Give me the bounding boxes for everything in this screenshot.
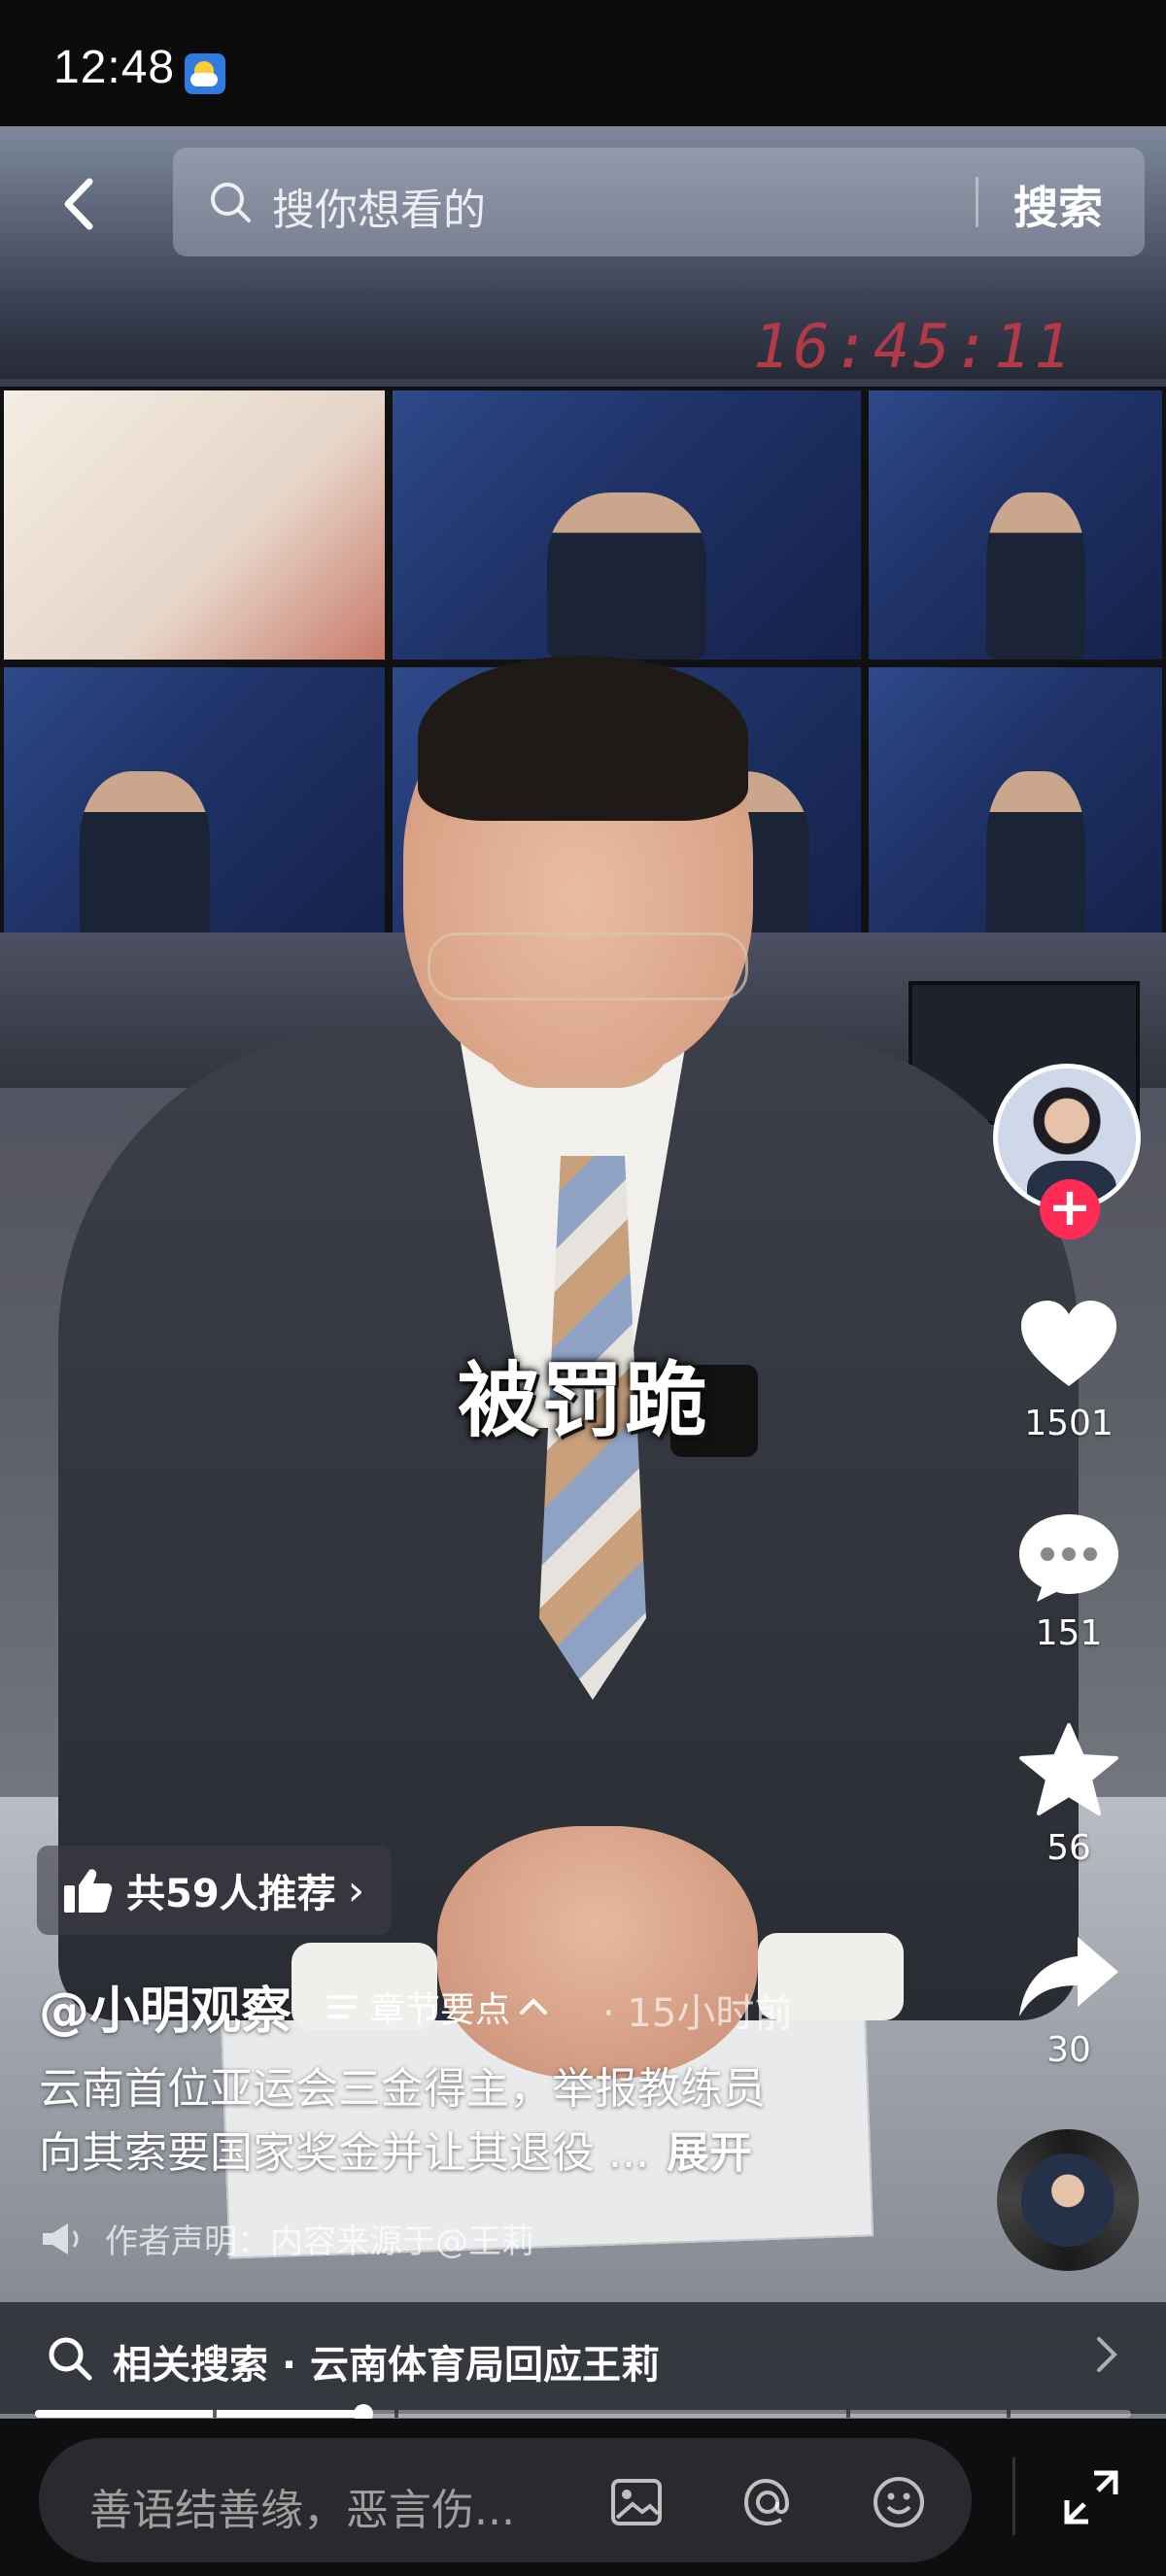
status-time: 12:48 (53, 42, 176, 93)
author-disclaimer: 作者声明：内容来源于@王莉 (39, 2215, 534, 2262)
studio-monitor (389, 387, 865, 663)
progress-fill (35, 2410, 364, 2418)
back-arrow-icon (64, 178, 93, 230)
video-progress-bar[interactable] (35, 2404, 1131, 2423)
emoji-icon[interactable] (870, 2473, 928, 2531)
expand-button[interactable]: 展开 (667, 2128, 752, 2178)
favorite-count: 56 (1046, 1828, 1091, 1868)
status-bar: 12:48 (0, 0, 1166, 126)
music-disc-icon[interactable] (997, 2129, 1139, 2271)
search-divider (976, 177, 978, 227)
search-icon (211, 183, 251, 222)
back-button[interactable] (39, 160, 126, 248)
disclaimer-text: 作者声明：内容来源于@王莉 (105, 2222, 534, 2261)
follow-button[interactable]: + (1040, 1179, 1100, 1239)
comment-placeholder: 善语结善缘，恶言伤... (89, 2486, 515, 2535)
star-icon (1019, 1723, 1118, 1815)
related-search-label: 相关搜索 · 云南体育局回应王莉 (113, 2343, 661, 2388)
anchor-hair (418, 656, 748, 821)
search-icon (49, 2337, 92, 2381)
video-caption: 被罚跪 (457, 1353, 708, 1448)
search-button[interactable]: 搜索 (1013, 173, 1103, 237)
studio-monitor (865, 387, 1166, 663)
megaphone-icon (43, 2222, 79, 2254)
related-search-bar[interactable]: 相关搜索 · 云南体育局回应王莉 (0, 2302, 1166, 2414)
image-icon[interactable] (607, 2473, 666, 2531)
chapter-separator (394, 2410, 398, 2418)
anchor-hands (437, 1826, 758, 2079)
anchor-glasses (428, 932, 748, 1000)
chapter-separator (213, 2410, 217, 2418)
studio-monitor (0, 663, 389, 945)
like-count: 1501 (1024, 1404, 1114, 1443)
chapter-separator (1007, 2410, 1011, 2418)
comment-button[interactable]: 151 (1001, 1510, 1137, 1653)
comment-count: 151 (1035, 1613, 1103, 1653)
chapters-label: 章节要点 (370, 1990, 511, 2030)
plus-icon: + (1047, 1176, 1092, 1237)
description-line-2: 向其索要国家奖金并让其退役 ... 展开 (39, 2128, 752, 2178)
thumbs-up-icon (64, 1869, 113, 1913)
share-arrow-icon (1019, 1937, 1118, 2017)
recommend-pill[interactable]: 共59人推荐 › (37, 1846, 393, 1935)
at-icon[interactable] (738, 2473, 797, 2531)
chapter-separator (846, 2410, 850, 2418)
chevron-right-icon: › (347, 1865, 365, 1915)
studio-monitor (0, 387, 389, 663)
chevron-right-icon (1097, 2337, 1117, 2372)
chapters-button[interactable]: 章节要点 (326, 1982, 549, 2032)
favorite-button[interactable]: 56 (1001, 1721, 1137, 1868)
heart-icon (1021, 1301, 1116, 1386)
search-bar[interactable]: 搜你想看的 搜索 (173, 148, 1145, 256)
comment-input[interactable]: 善语结善缘，恶言伤... (39, 2438, 972, 2562)
bottom-bar: 善语结善缘，恶言伤... (0, 2419, 1166, 2576)
chevron-up-icon (520, 1998, 548, 2015)
author-name[interactable]: @小明观察 (39, 1970, 292, 2043)
studio-monitor (865, 663, 1166, 945)
share-count: 30 (1046, 2030, 1091, 2070)
comment-bubble-icon (1019, 1514, 1118, 1602)
weather-sun-cloud-icon (185, 53, 225, 94)
list-icon (327, 1995, 357, 2018)
share-button[interactable]: 30 (1001, 1933, 1137, 2070)
like-button[interactable]: 1501 (1001, 1297, 1137, 1443)
fullscreen-icon[interactable] (1059, 2465, 1123, 2529)
search-input[interactable]: 搜你想看的 (272, 175, 486, 237)
description-line: 云南首位亚运会三金得主，举报教练员 (39, 2064, 766, 2114)
recommend-label: 共59人推荐 (126, 1872, 336, 1916)
post-time: · 15小时前 (602, 1991, 794, 2036)
bottom-divider (1012, 2457, 1015, 2535)
video-description[interactable]: 云南首位亚运会三金得主，举报教练员 向其索要国家奖金并让其退役 ... 展开 (39, 2057, 894, 2186)
studio-clock: 16:45:11 (753, 311, 1075, 382)
